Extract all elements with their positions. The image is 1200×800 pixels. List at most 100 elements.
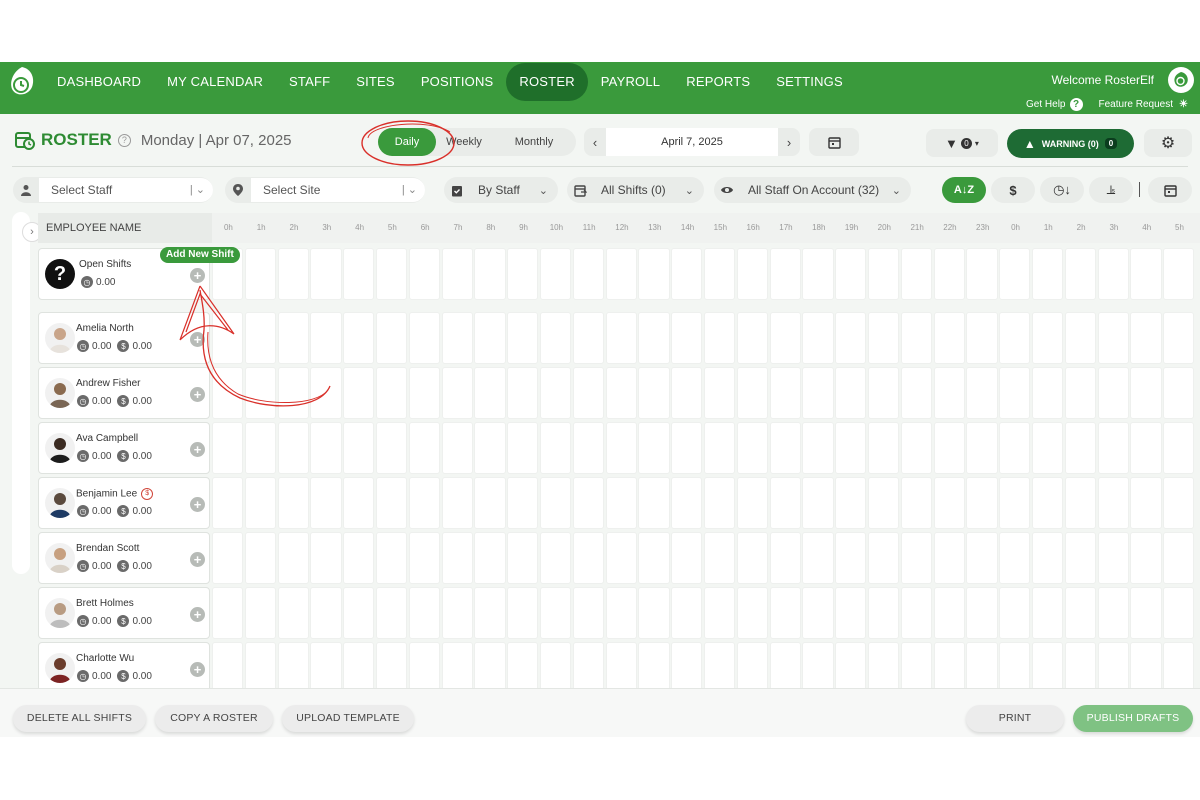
- shift-cell[interactable]: [769, 477, 801, 529]
- shift-cell[interactable]: [277, 532, 309, 584]
- shift-cell[interactable]: [736, 248, 769, 300]
- shift-cell[interactable]: [769, 587, 801, 639]
- shift-cell[interactable]: [572, 532, 605, 584]
- shift-cell[interactable]: [441, 312, 473, 364]
- shift-cell[interactable]: [408, 477, 441, 529]
- shift-cell[interactable]: [703, 532, 736, 584]
- shift-cell[interactable]: [244, 477, 277, 529]
- copy-roster-button[interactable]: COPY A ROSTER: [155, 705, 273, 732]
- shift-cell[interactable]: [474, 312, 506, 364]
- shift-cell[interactable]: [867, 367, 900, 419]
- shift-cell[interactable]: [277, 422, 309, 474]
- feature-request-link[interactable]: Feature Request ☀: [1099, 98, 1191, 111]
- shift-cell[interactable]: [769, 422, 801, 474]
- shift-cell[interactable]: [605, 642, 637, 694]
- shift-cell[interactable]: [736, 422, 769, 474]
- shift-cell[interactable]: [802, 248, 834, 300]
- shift-cell[interactable]: [474, 367, 506, 419]
- shift-cell[interactable]: [933, 477, 965, 529]
- shift-cell[interactable]: [441, 587, 473, 639]
- shift-cell[interactable]: [802, 422, 834, 474]
- shift-cell[interactable]: [769, 532, 801, 584]
- get-help-link[interactable]: Get Help?: [1026, 98, 1083, 111]
- shift-cell[interactable]: [703, 367, 736, 419]
- shift-cell[interactable]: [802, 587, 834, 639]
- shift-cell[interactable]: [277, 642, 309, 694]
- shift-cell[interactable]: [1097, 367, 1129, 419]
- shift-cell[interactable]: [1097, 477, 1129, 529]
- nav-positions[interactable]: POSITIONS: [408, 63, 507, 101]
- shift-cell[interactable]: [343, 587, 375, 639]
- shift-cell[interactable]: [835, 422, 867, 474]
- shift-cell[interactable]: [539, 477, 572, 529]
- staff-filter[interactable]: Select Staff | ⌄: [13, 177, 213, 203]
- shift-cell[interactable]: [408, 248, 441, 300]
- shift-cell[interactable]: [474, 477, 506, 529]
- shift-cell[interactable]: [933, 587, 965, 639]
- filter-button[interactable]: ▼ 0 ▾: [926, 129, 998, 157]
- shift-cell[interactable]: [1031, 477, 1064, 529]
- shift-cell[interactable]: [605, 532, 637, 584]
- shift-cell[interactable]: [1163, 477, 1195, 529]
- shift-cell[interactable]: [539, 248, 572, 300]
- shift-cell[interactable]: [671, 532, 703, 584]
- shift-cell[interactable]: [736, 312, 769, 364]
- staff-select[interactable]: Select Staff | ⌄: [39, 178, 213, 202]
- shift-cell[interactable]: [671, 642, 703, 694]
- shift-cell[interactable]: [1064, 532, 1097, 584]
- shift-cell[interactable]: [933, 532, 965, 584]
- shift-cell[interactable]: [736, 532, 769, 584]
- calendar-view-button[interactable]: [1148, 177, 1192, 203]
- warning-button[interactable]: ▲ WARNING (0) 0: [1007, 129, 1134, 158]
- shift-cell[interactable]: [310, 422, 342, 474]
- shift-cell[interactable]: [966, 312, 998, 364]
- shift-cell[interactable]: [1031, 642, 1064, 694]
- shift-cell[interactable]: [933, 642, 965, 694]
- nav-reports[interactable]: REPORTS: [673, 63, 763, 101]
- account-avatar[interactable]: [1168, 67, 1194, 93]
- shift-cell[interactable]: [1163, 642, 1195, 694]
- shift-cell[interactable]: [474, 422, 506, 474]
- shift-cell[interactable]: [441, 642, 473, 694]
- employee-card[interactable]: Brendan Scott ◷ 0.00 $0.00 +: [38, 532, 210, 584]
- shift-cell[interactable]: [507, 587, 539, 639]
- shift-cell[interactable]: [1097, 248, 1129, 300]
- shift-cell[interactable]: [736, 477, 769, 529]
- shift-cell[interactable]: [277, 587, 309, 639]
- shift-cell[interactable]: [1031, 532, 1064, 584]
- shift-cell[interactable]: [1130, 367, 1162, 419]
- date-display[interactable]: April 7, 2025: [606, 128, 778, 156]
- shift-cell[interactable]: [933, 422, 965, 474]
- shift-cell[interactable]: [1031, 587, 1064, 639]
- shift-cell[interactable]: [1163, 587, 1195, 639]
- shift-cell[interactable]: [966, 587, 998, 639]
- add-shift-plus-icon[interactable]: +: [190, 552, 205, 567]
- shift-cell[interactable]: [835, 312, 867, 364]
- shift-cell[interactable]: [572, 642, 605, 694]
- shift-cell[interactable]: [343, 248, 375, 300]
- shift-cell[interactable]: [999, 477, 1031, 529]
- group-by-filter[interactable]: By Staff ⌄: [444, 177, 558, 203]
- shift-cell[interactable]: [900, 248, 933, 300]
- shift-cell[interactable]: [474, 532, 506, 584]
- shift-cell[interactable]: [1130, 477, 1162, 529]
- shift-cell[interactable]: [1064, 587, 1097, 639]
- upload-template-button[interactable]: UPLOAD TEMPLATE: [282, 705, 414, 732]
- shift-cell[interactable]: [966, 248, 998, 300]
- shift-cell[interactable]: [638, 587, 670, 639]
- shift-cell[interactable]: [703, 587, 736, 639]
- shift-cell[interactable]: [703, 422, 736, 474]
- shift-cell[interactable]: [408, 312, 441, 364]
- shift-cell[interactable]: [966, 367, 998, 419]
- shift-cell[interactable]: [638, 248, 670, 300]
- shift-cell[interactable]: [605, 587, 637, 639]
- shift-cell[interactable]: [474, 248, 506, 300]
- add-shift-plus-icon[interactable]: +: [190, 662, 205, 677]
- shift-cell[interactable]: [375, 367, 408, 419]
- employee-card[interactable]: Charlotte Wu ◷ 0.00 $0.00 +: [38, 642, 210, 694]
- calendar-picker-button[interactable]: [809, 128, 859, 156]
- shift-cell[interactable]: [835, 642, 867, 694]
- shift-cell[interactable]: [572, 248, 605, 300]
- add-shift-plus-icon[interactable]: +: [190, 497, 205, 512]
- shift-cell[interactable]: [900, 422, 933, 474]
